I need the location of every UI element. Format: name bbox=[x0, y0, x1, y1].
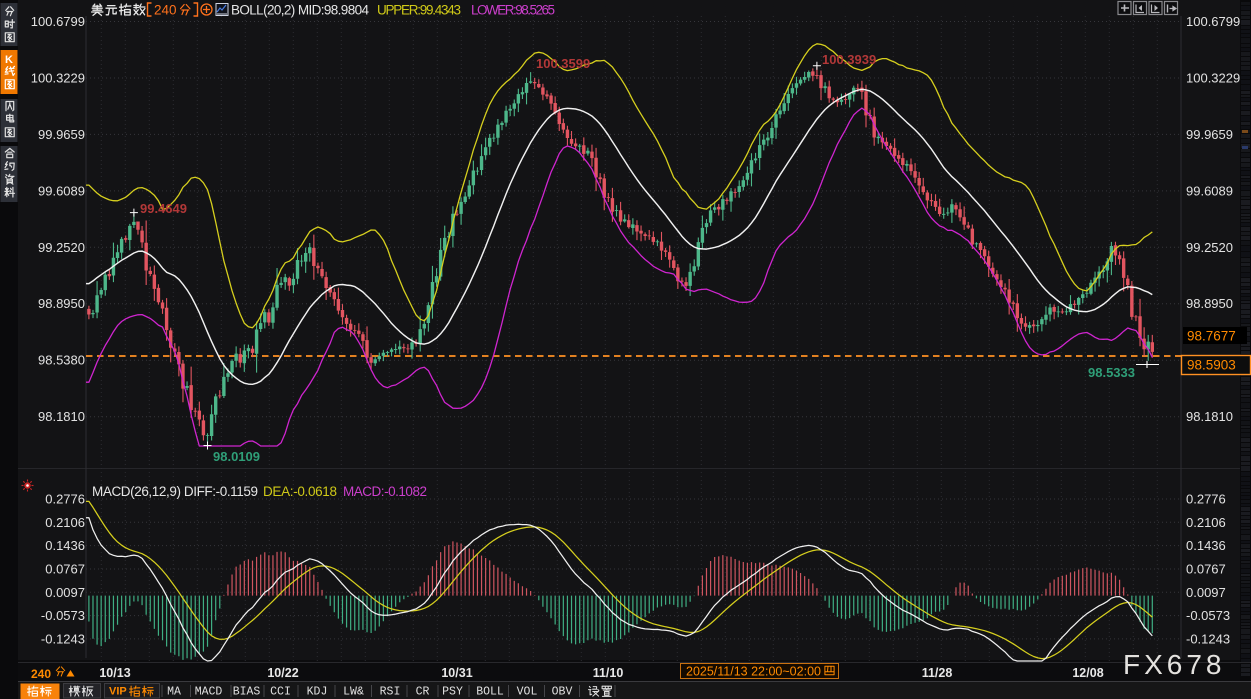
svg-text:UPPER:99.4343: UPPER:99.4343 bbox=[377, 3, 461, 18]
svg-text:0.2776: 0.2776 bbox=[45, 492, 85, 507]
svg-text:98.0109: 98.0109 bbox=[213, 449, 260, 464]
svg-text:99.4649: 99.4649 bbox=[140, 201, 187, 216]
svg-text:VIP: VIP bbox=[109, 686, 127, 698]
svg-text:FX678: FX678 bbox=[1123, 649, 1226, 680]
svg-text:2025/11/13 22:00~02:00: 2025/11/13 22:00~02:00 bbox=[686, 665, 821, 679]
svg-text:MA: MA bbox=[167, 686, 181, 699]
svg-text:240: 240 bbox=[31, 667, 51, 681]
svg-text:0.1436: 0.1436 bbox=[45, 538, 85, 553]
svg-text:98.5333: 98.5333 bbox=[1088, 365, 1135, 380]
svg-text:99.9659: 99.9659 bbox=[38, 127, 85, 142]
svg-text:100.6799: 100.6799 bbox=[31, 14, 85, 29]
svg-text:99.6089: 99.6089 bbox=[1186, 183, 1233, 198]
svg-text:10/13: 10/13 bbox=[99, 666, 130, 680]
svg-text:0.2106: 0.2106 bbox=[45, 515, 85, 530]
svg-text:LW&: LW& bbox=[343, 686, 364, 699]
svg-text:RSI: RSI bbox=[380, 686, 401, 699]
svg-text:98.7677: 98.7677 bbox=[1187, 329, 1236, 344]
svg-text:-0.0573: -0.0573 bbox=[1186, 608, 1230, 623]
svg-text:98.8950: 98.8950 bbox=[38, 296, 85, 311]
svg-text:99.6089: 99.6089 bbox=[38, 183, 85, 198]
svg-text:0.2106: 0.2106 bbox=[1186, 515, 1226, 530]
svg-text:BIAS: BIAS bbox=[233, 686, 261, 699]
svg-text:100.3229: 100.3229 bbox=[31, 71, 85, 86]
svg-text:PSY: PSY bbox=[442, 686, 463, 699]
svg-text:0.0097: 0.0097 bbox=[45, 585, 85, 600]
svg-text:240: 240 bbox=[154, 3, 177, 18]
svg-text:0.0097: 0.0097 bbox=[1186, 585, 1226, 600]
svg-text:100.3939: 100.3939 bbox=[822, 52, 876, 67]
svg-text:BOLL(20,2) MID:98.9804: BOLL(20,2) MID:98.9804 bbox=[231, 3, 369, 18]
svg-text:CR: CR bbox=[416, 686, 430, 699]
svg-text:11/28: 11/28 bbox=[922, 666, 953, 680]
svg-text:0.1436: 0.1436 bbox=[1186, 538, 1226, 553]
svg-text:DEA:-0.0618: DEA:-0.0618 bbox=[263, 484, 337, 499]
svg-text:KDJ: KDJ bbox=[307, 686, 328, 699]
svg-text:VOL: VOL bbox=[517, 686, 538, 699]
svg-text:0.2776: 0.2776 bbox=[1186, 492, 1226, 507]
svg-text:11/10: 11/10 bbox=[593, 666, 624, 680]
svg-text:98.1810: 98.1810 bbox=[1186, 409, 1233, 424]
svg-text:100.6799: 100.6799 bbox=[1186, 14, 1240, 29]
svg-text:98.5903: 98.5903 bbox=[1187, 358, 1236, 373]
svg-text:MACD(26,12,9) DIFF:-0.1159: MACD(26,12,9) DIFF:-0.1159 bbox=[92, 484, 258, 499]
svg-text:99.2520: 99.2520 bbox=[1186, 240, 1233, 255]
svg-text:99.9659: 99.9659 bbox=[1186, 127, 1233, 142]
svg-text:-0.1243: -0.1243 bbox=[41, 631, 85, 646]
svg-text:MACD:-0.1082: MACD:-0.1082 bbox=[343, 484, 427, 499]
svg-text:0.0767: 0.0767 bbox=[1186, 562, 1226, 577]
svg-text:MACD: MACD bbox=[195, 686, 223, 699]
svg-text:OBV: OBV bbox=[552, 686, 573, 699]
svg-text:-0.0573: -0.0573 bbox=[41, 608, 85, 623]
svg-text:99.2520: 99.2520 bbox=[38, 240, 85, 255]
svg-text:98.5380: 98.5380 bbox=[38, 353, 85, 368]
svg-text:BOLL: BOLL bbox=[476, 686, 504, 699]
svg-text:CCI: CCI bbox=[270, 686, 291, 699]
svg-text:-0.1243: -0.1243 bbox=[1186, 631, 1230, 646]
svg-text:98.8950: 98.8950 bbox=[1186, 296, 1233, 311]
svg-text:98.1810: 98.1810 bbox=[38, 409, 85, 424]
svg-text:10/31: 10/31 bbox=[441, 666, 472, 680]
svg-text:10/22: 10/22 bbox=[267, 666, 298, 680]
svg-text:100.3229: 100.3229 bbox=[1186, 71, 1240, 86]
svg-text:12/08: 12/08 bbox=[1072, 666, 1103, 680]
svg-text:0.0767: 0.0767 bbox=[45, 562, 85, 577]
svg-text:LOWER:98.5265: LOWER:98.5265 bbox=[471, 3, 555, 18]
svg-text:K: K bbox=[5, 54, 13, 66]
svg-text:100.3599: 100.3599 bbox=[536, 56, 590, 71]
